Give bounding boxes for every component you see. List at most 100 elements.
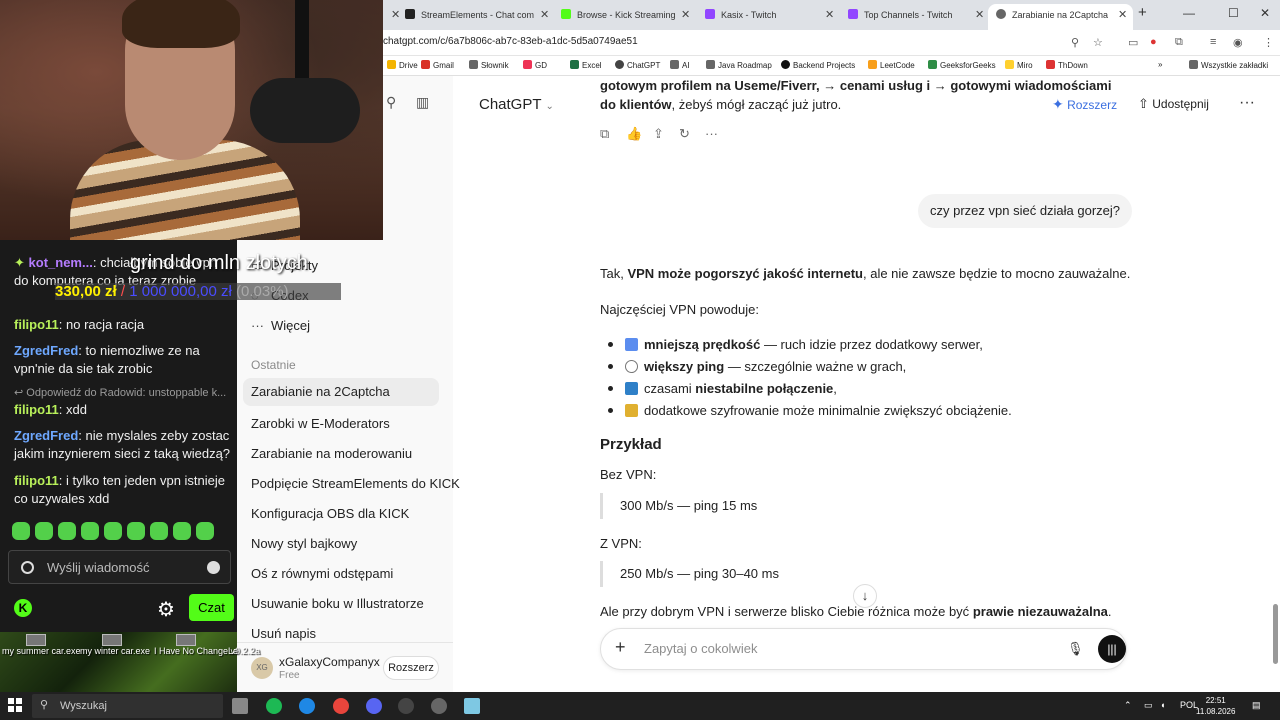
emote-icon[interactable] bbox=[12, 522, 30, 540]
tab-close-icon[interactable]: ✕ bbox=[825, 4, 834, 26]
bookmark[interactable]: ThDown bbox=[1046, 60, 1088, 70]
tab-kick[interactable]: Browse - Kick Streaming ✕ bbox=[561, 4, 701, 30]
more-options-icon[interactable]: ··· bbox=[1239, 94, 1255, 112]
share-icon[interactable]: ⇪ bbox=[653, 126, 664, 142]
bookmark[interactable]: LeetCode bbox=[868, 60, 915, 70]
star-icon[interactable]: ☆ bbox=[1093, 36, 1103, 49]
microphone-icon[interactable]: 🎙 bbox=[1067, 641, 1084, 657]
network-icon[interactable]: ▭ bbox=[1144, 700, 1153, 711]
media-icon[interactable]: ≡ bbox=[1210, 36, 1216, 48]
emote-icon[interactable] bbox=[173, 522, 191, 540]
sidebar-chat-item[interactable]: Zarabianie na 2Captcha bbox=[243, 378, 439, 406]
all-bookmarks[interactable]: Wszystkie zakładki bbox=[1189, 60, 1268, 70]
bookmark[interactable]: Miro bbox=[1005, 60, 1033, 70]
chrome-icon[interactable] bbox=[333, 698, 349, 714]
bookmark[interactable]: GeeksforGeeks bbox=[928, 60, 996, 70]
bookmark[interactable]: ChatGPT bbox=[615, 60, 660, 70]
sidebar-chat-item[interactable]: Oś z równymi odstępami bbox=[251, 566, 393, 581]
bookmark[interactable]: AI bbox=[670, 60, 690, 70]
profile-icon[interactable]: ◉ bbox=[1233, 36, 1243, 49]
bookmarks-overflow-icon[interactable]: » bbox=[1158, 60, 1162, 69]
sidebar-toggle-icon[interactable]: ▥ bbox=[416, 94, 429, 111]
bookmark[interactable]: Backend Projects bbox=[781, 60, 855, 70]
sidebar-chat-item[interactable]: Usuń napis bbox=[251, 626, 316, 641]
account-area[interactable]: XG xGalaxyCompanyx Free Rozszerz bbox=[237, 642, 453, 692]
voice-mode-icon[interactable]: ||| bbox=[1098, 635, 1126, 663]
tab-2captcha[interactable]: Zarabianie na 2Captcha ✕ bbox=[988, 4, 1133, 30]
more-actions-icon[interactable]: ··· bbox=[705, 126, 718, 141]
sidebar-chat-item[interactable]: Zarobki w E-Moderators bbox=[251, 416, 390, 431]
search-icon[interactable]: ⚲ bbox=[386, 94, 396, 111]
app-icon[interactable] bbox=[431, 698, 447, 714]
tab-close-icon[interactable]: ✕ bbox=[1118, 4, 1127, 26]
notifications-icon[interactable]: ▤ bbox=[1252, 700, 1261, 711]
sidebar-item-more[interactable]: ··· Więcej bbox=[251, 318, 310, 333]
extensions-puzzle-icon[interactable]: ⧉ bbox=[1175, 36, 1183, 49]
edge-icon[interactable] bbox=[299, 698, 315, 714]
emote-icon[interactable] bbox=[104, 522, 122, 540]
extension-icon[interactable]: ● bbox=[1150, 36, 1157, 48]
thumbs-icon[interactable]: 👍 bbox=[626, 126, 642, 142]
bookmark[interactable]: Drive bbox=[387, 60, 418, 70]
emoji-icon[interactable] bbox=[207, 561, 220, 574]
tab-streamelements[interactable]: StreamElements - Chat com ✕ bbox=[405, 4, 553, 30]
bookmark[interactable]: Excel bbox=[570, 60, 602, 70]
taskbar-search[interactable]: ⚲ Wyszukaj bbox=[32, 694, 223, 718]
exe-icon[interactable] bbox=[102, 634, 122, 646]
new-tab-icon[interactable]: + bbox=[1138, 4, 1147, 21]
windows-start-icon[interactable] bbox=[8, 698, 22, 712]
cast-icon[interactable]: ▭ bbox=[1128, 36, 1138, 49]
emote-icon[interactable] bbox=[127, 522, 145, 540]
bookmark[interactable]: Słownik bbox=[469, 60, 509, 70]
tab-kasix-twitch[interactable]: Kasix - Twitch ✕ bbox=[705, 4, 835, 30]
tab-top-channels[interactable]: Top Channels - Twitch ✕ bbox=[848, 4, 986, 30]
composer-input[interactable]: Zapytaj o cokolwiek bbox=[644, 641, 757, 656]
sidebar-chat-item[interactable]: Konfiguracja OBS dla KICK bbox=[251, 506, 409, 521]
upgrade-button[interactable]: ✦ Rozszerz bbox=[1052, 96, 1117, 113]
copy-icon[interactable]: ⧉ bbox=[600, 126, 609, 142]
send-chat-button[interactable]: Czat bbox=[189, 594, 234, 621]
sidebar-chat-item[interactable]: Podpięcie StreamElements do KICK bbox=[251, 476, 460, 491]
clock[interactable]: 22:51 11.08.2026 bbox=[1196, 695, 1235, 717]
message-composer[interactable]: + Zapytaj o cokolwiek 🎙 ||| bbox=[600, 628, 1127, 670]
emote-icon[interactable] bbox=[35, 522, 53, 540]
minimize-icon[interactable]: — bbox=[1183, 6, 1195, 20]
browser-menu-icon[interactable]: ⋮ bbox=[1263, 36, 1274, 49]
exe-icon[interactable] bbox=[176, 634, 196, 646]
spotify-icon[interactable] bbox=[266, 698, 282, 714]
sidebar-chat-item[interactable]: Nowy styl bajkowy bbox=[251, 536, 357, 551]
tab-close-icon[interactable]: ✕ bbox=[975, 4, 984, 26]
bookmark[interactable]: Gmail bbox=[421, 60, 454, 70]
sidebar-chat-item[interactable]: Usuwanie boku w Illustratorze bbox=[251, 596, 424, 611]
url-text[interactable]: chatgpt.com/c/6a7b806c-ab7c-83eb-a1dc-5d… bbox=[383, 36, 638, 47]
zoom-icon[interactable]: ⚲ bbox=[1071, 36, 1079, 49]
gear-icon[interactable]: ⚙ bbox=[157, 597, 175, 622]
task-view-icon[interactable] bbox=[232, 698, 248, 714]
emote-icon[interactable] bbox=[81, 522, 99, 540]
address-bar[interactable]: chatgpt.com/c/6a7b806c-ab7c-83eb-a1dc-5d… bbox=[383, 30, 1280, 56]
regenerate-icon[interactable]: ↻ bbox=[679, 126, 690, 142]
tab-close-icon[interactable]: ✕ bbox=[681, 4, 690, 26]
tray-chevron-icon[interactable]: ⌃ bbox=[1124, 700, 1132, 711]
bookmark[interactable]: Java Roadmap bbox=[706, 60, 772, 70]
maximize-icon[interactable]: ☐ bbox=[1228, 6, 1239, 20]
share-button[interactable]: ⇧ Udostępnij bbox=[1138, 96, 1209, 112]
emote-icon[interactable] bbox=[196, 522, 214, 540]
exe-icon[interactable] bbox=[26, 634, 46, 646]
volume-icon[interactable]: ◖ bbox=[1160, 700, 1165, 710]
obs-icon[interactable] bbox=[398, 698, 414, 714]
chat-input[interactable]: Wyślij wiadomość bbox=[8, 550, 231, 584]
tab-search-icon[interactable]: ✕ bbox=[383, 4, 401, 30]
notepad-icon[interactable] bbox=[464, 698, 480, 714]
plus-icon[interactable]: + bbox=[615, 637, 626, 658]
account-upgrade-button[interactable]: Rozszerz bbox=[383, 656, 439, 680]
tab-close-icon[interactable]: ✕ bbox=[540, 4, 549, 26]
sidebar-chat-item[interactable]: Zarabianie na moderowaniu bbox=[251, 446, 412, 461]
emote-icon[interactable] bbox=[58, 522, 76, 540]
bookmark[interactable]: GD bbox=[523, 60, 547, 70]
badge-icon[interactable] bbox=[21, 561, 34, 574]
emote-icon[interactable] bbox=[150, 522, 168, 540]
close-window-icon[interactable]: ✕ bbox=[1260, 6, 1270, 20]
discord-icon[interactable] bbox=[366, 698, 382, 714]
model-selector[interactable]: ChatGPT ⌄ bbox=[479, 96, 554, 113]
